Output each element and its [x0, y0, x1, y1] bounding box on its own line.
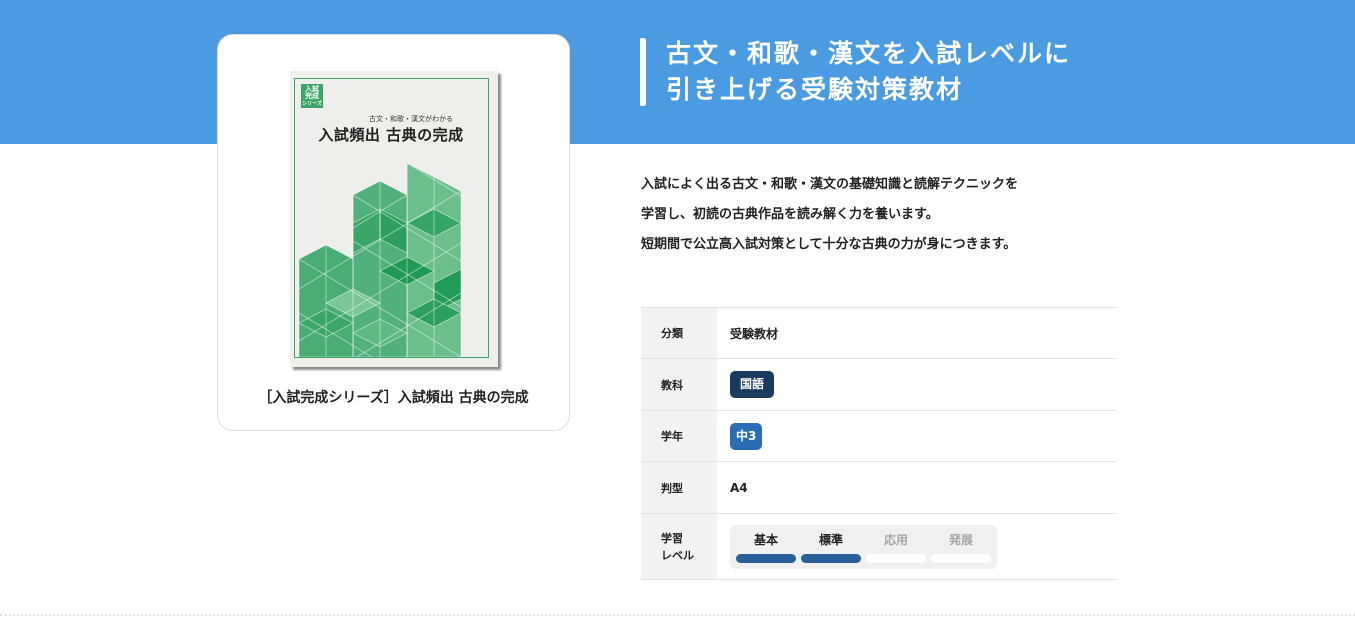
spec-value: A4	[717, 461, 1117, 514]
series-badge: 入試 完成 シリーズ	[301, 84, 323, 108]
grade-badge: 中3	[730, 422, 763, 450]
level-bar	[736, 553, 796, 563]
spec-table: 分類 受験教材 教科 国語 学年 中3 判型 A4 学習 レベル 基本 標準 応…	[641, 307, 1117, 580]
level-name: 応用	[883, 532, 908, 547]
description-line: 短期間で公立高入試対策として十分な古典の力が身につきます。	[641, 237, 1017, 252]
book-card[interactable]: 入試 完成 シリーズ 古文・和歌・漢文がわかる 入試頻出 古典の完成 ［入試完成…	[217, 34, 570, 431]
page-headline: 古文・和歌・漢文を入試レベルに 引き上げる受験対策教材	[666, 36, 1226, 108]
spec-label: 判型	[641, 461, 717, 514]
book-description: 入試によく出る古文・和歌・漢文の基礎知識と読解テクニックを 学習し、初読の古典作…	[641, 170, 1241, 260]
spec-label: 学年	[641, 410, 717, 462]
spec-label: 学習 レベル	[641, 513, 717, 580]
level-bar	[931, 553, 991, 563]
cover-frame: 入試 完成 シリーズ 古文・和歌・漢文がわかる 入試頻出 古典の完成	[294, 78, 489, 358]
learning-level-indicator: 基本 標準 応用 発展	[730, 524, 997, 569]
level-label-line-2: レベル	[661, 548, 694, 562]
level-bar	[801, 553, 861, 563]
subject-badge: 国語	[730, 371, 775, 398]
section-divider	[0, 614, 1355, 616]
level-basic: 基本	[736, 531, 796, 563]
headline-accent-bar	[640, 38, 646, 106]
book-title-caption[interactable]: ［入試完成シリーズ］入試頻出 古典の完成	[218, 387, 569, 407]
spec-row-grade: 学年 中3	[641, 410, 1117, 462]
level-name: 基本	[753, 532, 778, 547]
spec-row-category: 分類 受験教材	[641, 307, 1117, 359]
spec-label: 分類	[641, 307, 717, 359]
spec-value: 受験教材	[717, 307, 1117, 359]
level-label-line-1: 学習	[661, 531, 683, 545]
cover-title: 入試頻出 古典の完成	[318, 126, 464, 144]
headline-line-2: 引き上げる受験対策教材	[666, 75, 964, 104]
level-name: 標準	[818, 532, 843, 547]
level-applied: 応用	[866, 531, 926, 563]
spec-row-subject: 教科 国語	[641, 358, 1117, 411]
book-cover-image: 入試 完成 シリーズ 古文・和歌・漢文がわかる 入試頻出 古典の完成	[290, 71, 498, 367]
spec-row-level: 学習 レベル 基本 標準 応用 発展	[641, 513, 1117, 580]
level-name: 発展	[948, 532, 973, 547]
spec-row-size: 判型 A4	[641, 461, 1117, 514]
cover-subtitle: 古文・和歌・漢文がわかる	[369, 115, 453, 123]
cover-geometric-art	[298, 163, 462, 357]
spec-label: 教科	[641, 358, 717, 411]
level-advanced: 発展	[931, 531, 991, 563]
headline-line-1: 古文・和歌・漢文を入試レベルに	[666, 39, 1072, 68]
level-standard: 標準	[801, 531, 861, 563]
description-line: 入試によく出る古文・和歌・漢文の基礎知識と読解テクニックを	[641, 177, 1019, 192]
description-line: 学習し、初読の古典作品を読み解く力を養います。	[641, 207, 939, 222]
level-bar	[866, 553, 926, 563]
